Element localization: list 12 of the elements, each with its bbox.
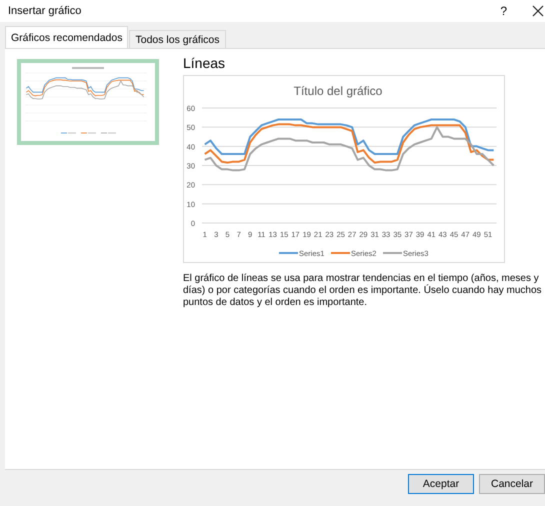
close-icon <box>532 5 544 17</box>
chart-title: Título del gráfico <box>294 84 382 98</box>
chart-description: El gráfico de líneas se usa para mostrar tendencias en el tiempo (años, meses y días) o por categorías cuando el orden es importante. Úselo cuando hay muchos puntos de datos y el orden es importante. <box>183 273 543 309</box>
tab[interactable]: Gráficos recomendados <box>5 26 128 48</box>
dialog-button[interactable]: Cancelar <box>479 474 545 494</box>
window-title: Insertar gráfico <box>8 5 82 17</box>
help-button[interactable]: ? <box>500 4 507 18</box>
chart-type-heading: Líneas <box>183 55 226 71</box>
chart-thumbnail[interactable] <box>17 59 159 145</box>
close-button[interactable] <box>532 5 544 17</box>
tab[interactable]: Todos los gráficos <box>129 30 226 48</box>
dialog-button[interactable]: Aceptar <box>408 474 474 494</box>
